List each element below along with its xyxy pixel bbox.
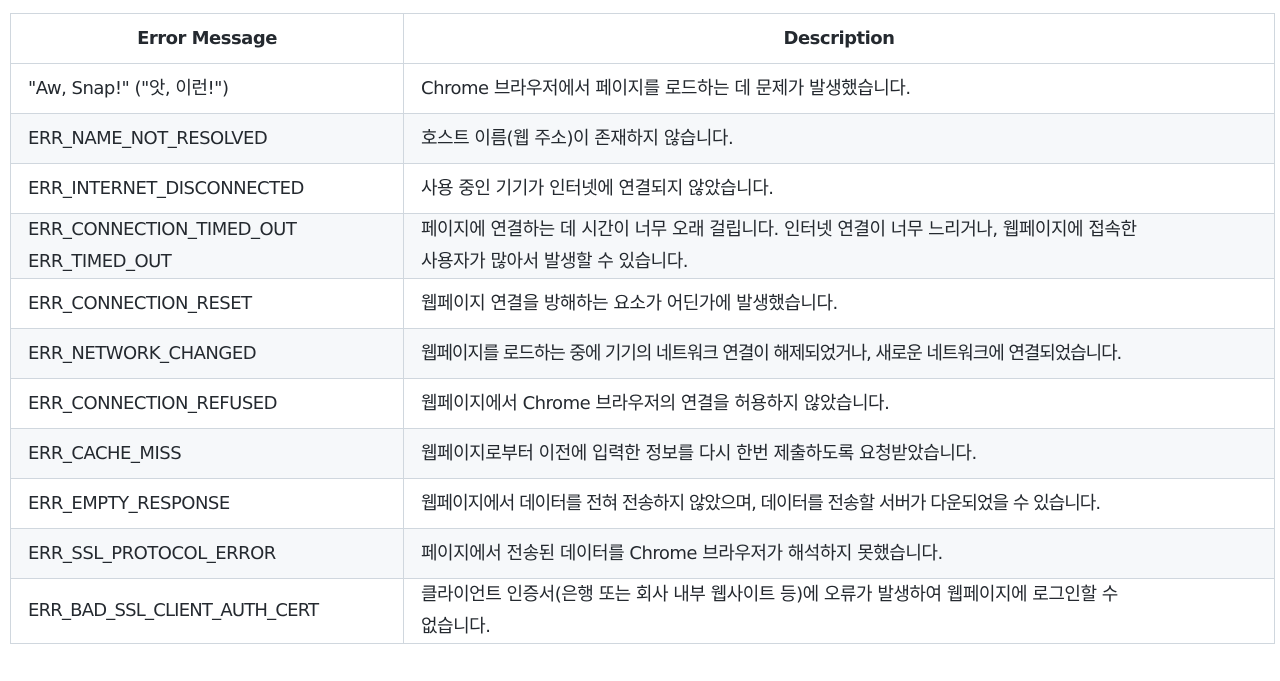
error-table-container: Error Message Description "Aw, Snap!" ("… (10, 13, 1275, 644)
table-row: ERR_NAME_NOT_RESOLVED 호스트 이름(웹 주소)이 존재하지… (10, 113, 1275, 164)
error-code: ERR_CONNECTION_TIMED_OUT (28, 219, 297, 240)
description-cell: 웹페이지에서 Chrome 브라우저의 연결을 허용하지 않았습니다. (403, 378, 1275, 429)
error-code-cell: ERR_NAME_NOT_RESOLVED (10, 113, 404, 164)
table-row: ERR_EMPTY_RESPONSE 웹페이지에서 데이터를 전혀 전송하지 않… (10, 478, 1275, 529)
header-description: Description (403, 13, 1275, 64)
description-text: 웹페이지 연결을 방해하는 요소가 어딘가에 발생했습니다. (421, 292, 838, 314)
error-code-cell: ERR_EMPTY_RESPONSE (10, 478, 404, 529)
description-text: Chrome 브라우저에서 페이지를 로드하는 데 문제가 발생했습니다. (421, 77, 911, 99)
error-code: ERR_TIMED_OUT (28, 251, 172, 272)
description-cell: 클라이언트 인증서(은행 또는 회사 내부 웹사이트 등)에 오류가 발생하여 … (403, 578, 1275, 644)
description-cell: 웹페이지에서 데이터를 전혀 전송하지 않았으며, 데이터를 전송할 서버가 다… (403, 478, 1275, 529)
table-row: ERR_INTERNET_DISCONNECTED 사용 중인 기기가 인터넷에… (10, 163, 1275, 214)
table-row: ERR_CONNECTION_TIMED_OUT ERR_TIMED_OUT 페… (10, 213, 1275, 279)
table-row: "Aw, Snap!" ("앗, 이런!") Chrome 브라우저에서 페이지… (10, 63, 1275, 114)
description-cell: 사용 중인 기기가 인터넷에 연결되지 않았습니다. (403, 163, 1275, 214)
description-cell: 웹페이지 연결을 방해하는 요소가 어딘가에 발생했습니다. (403, 278, 1275, 329)
error-code: ERR_CONNECTION_RESET (28, 292, 252, 314)
error-code-cell: ERR_CONNECTION_RESET (10, 278, 404, 329)
description-text: 호스트 이름(웹 주소)이 존재하지 않습니다. (421, 127, 734, 149)
error-code-cell: ERR_SSL_PROTOCOL_ERROR (10, 528, 404, 579)
error-code: ERR_INTERNET_DISCONNECTED (28, 177, 304, 199)
error-code: "Aw, Snap!" ("앗, 이런!") (28, 77, 229, 99)
description-cell: 웹페이지로부터 이전에 입력한 정보를 다시 한번 제출하도록 요청받았습니다. (403, 428, 1275, 479)
error-code: ERR_BAD_SSL_CLIENT_AUTH_CERT (28, 600, 319, 621)
header-error-message: Error Message (10, 13, 404, 64)
description-text: 페이지에 연결하는 데 시간이 너무 오래 걸립니다. 인터넷 연결이 너무 느… (421, 219, 1137, 240)
table-row: ERR_CACHE_MISS 웹페이지로부터 이전에 입력한 정보를 다시 한번… (10, 428, 1275, 479)
description-text: 웹페이지로부터 이전에 입력한 정보를 다시 한번 제출하도록 요청받았습니다. (421, 442, 977, 464)
description-cell: 웹페이지를 로드하는 중에 기기의 네트워크 연결이 해제되었거나, 새로운 네… (403, 328, 1275, 379)
error-code: ERR_CONNECTION_REFUSED (28, 392, 278, 414)
table-row: ERR_CONNECTION_RESET 웹페이지 연결을 방해하는 요소가 어… (10, 278, 1275, 329)
error-code: ERR_EMPTY_RESPONSE (28, 492, 230, 514)
error-code-cell: ERR_CONNECTION_REFUSED (10, 378, 404, 429)
error-code: ERR_CACHE_MISS (28, 442, 182, 464)
description-cell: Chrome 브라우저에서 페이지를 로드하는 데 문제가 발생했습니다. (403, 63, 1275, 114)
error-code: ERR_NETWORK_CHANGED (28, 342, 257, 364)
description-text: 웹페이지에서 Chrome 브라우저의 연결을 허용하지 않았습니다. (421, 392, 890, 414)
description-text: 클라이언트 인증서(은행 또는 회사 내부 웹사이트 등)에 오류가 발생하여 … (421, 584, 1118, 605)
table-row: ERR_BAD_SSL_CLIENT_AUTH_CERT 클라이언트 인증서(은… (10, 578, 1275, 644)
error-code: ERR_NAME_NOT_RESOLVED (28, 127, 268, 149)
description-text: 페이지에서 전송된 데이터를 Chrome 브라우저가 해석하지 못했습니다. (421, 542, 943, 564)
description-cell: 페이지에 연결하는 데 시간이 너무 오래 걸립니다. 인터넷 연결이 너무 느… (403, 213, 1275, 279)
description-text: 웹페이지를 로드하는 중에 기기의 네트워크 연결이 해제되었거나, 새로운 네… (421, 342, 1122, 364)
description-text: 없습니다. (421, 616, 491, 637)
error-code-cell: "Aw, Snap!" ("앗, 이런!") (10, 63, 404, 114)
table-row: ERR_NETWORK_CHANGED 웹페이지를 로드하는 중에 기기의 네트… (10, 328, 1275, 379)
description-text: 사용 중인 기기가 인터넷에 연결되지 않았습니다. (421, 177, 774, 199)
error-message-table: Error Message Description "Aw, Snap!" ("… (10, 13, 1275, 644)
error-code: ERR_SSL_PROTOCOL_ERROR (28, 542, 276, 564)
description-cell: 호스트 이름(웹 주소)이 존재하지 않습니다. (403, 113, 1275, 164)
table-header-row: Error Message Description (10, 13, 1275, 64)
error-code-cell: ERR_CONNECTION_TIMED_OUT ERR_TIMED_OUT (10, 213, 404, 279)
error-code-cell: ERR_INTERNET_DISCONNECTED (10, 163, 404, 214)
description-text: 웹페이지에서 데이터를 전혀 전송하지 않았으며, 데이터를 전송할 서버가 다… (421, 492, 1101, 514)
description-cell: 페이지에서 전송된 데이터를 Chrome 브라우저가 해석하지 못했습니다. (403, 528, 1275, 579)
error-code-cell: ERR_NETWORK_CHANGED (10, 328, 404, 379)
description-text: 사용자가 많아서 발생할 수 있습니다. (421, 251, 689, 272)
error-code-cell: ERR_CACHE_MISS (10, 428, 404, 479)
error-code-cell: ERR_BAD_SSL_CLIENT_AUTH_CERT (10, 578, 404, 644)
table-row: ERR_CONNECTION_REFUSED 웹페이지에서 Chrome 브라우… (10, 378, 1275, 429)
table-row: ERR_SSL_PROTOCOL_ERROR 페이지에서 전송된 데이터를 Ch… (10, 528, 1275, 579)
